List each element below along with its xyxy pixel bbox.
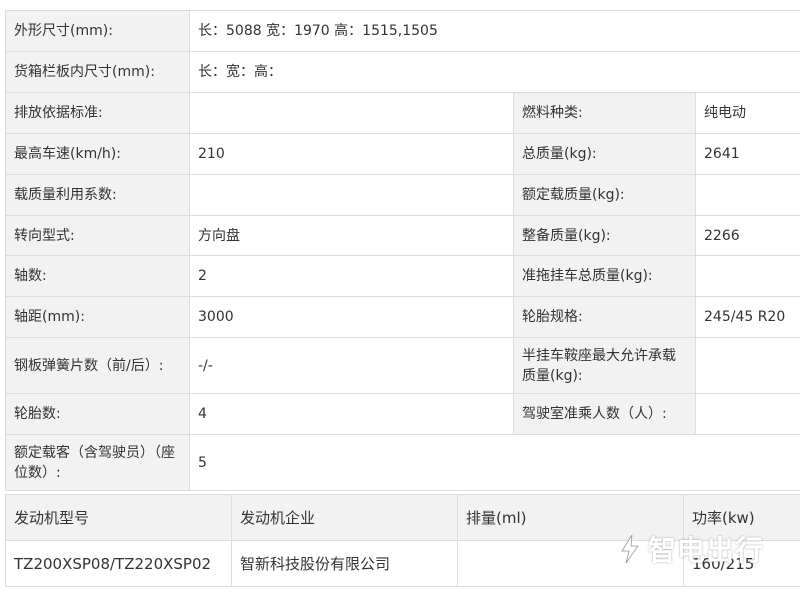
spec-value [189, 174, 514, 216]
spec-value: 纯电动 [695, 92, 800, 134]
spec-row: 轮胎数: 4 驾驶室准乘人数（人）: [5, 393, 800, 435]
spec-label: 轴数: [5, 255, 190, 297]
spec-row-cargo-box: 货箱栏板内尺寸(mm): 长：宽：高： [5, 51, 800, 93]
spec-value: -/- [189, 337, 514, 394]
spec-value: 4 [189, 393, 514, 435]
engine-header-model: 发动机型号 [5, 494, 232, 541]
spec-label: 半挂车鞍座最大允许承载质量(kg): [513, 337, 696, 394]
spec-value: 245/45 R20 [695, 296, 800, 338]
spec-value: 2 [189, 255, 514, 297]
spec-value: 210 [189, 133, 514, 175]
spec-label: 排放依据标准: [5, 92, 190, 134]
watermark: 智电出行 [618, 529, 764, 569]
spec-value: 长：宽：高： [189, 51, 800, 93]
spec-row: 排放依据标准: 燃料种类: 纯电动 [5, 92, 800, 134]
spec-value [695, 393, 800, 435]
lightning-icon [621, 534, 639, 564]
vehicle-spec-table: 外形尺寸(mm): 长：5088 宽：1970 高：1515,1505 货箱栏板… [5, 10, 800, 491]
spec-value [695, 174, 800, 216]
spec-value: 方向盘 [189, 215, 514, 256]
engine-model: TZ200XSP08/TZ220XSP02 [5, 540, 232, 587]
spec-label: 额定载质量(kg): [513, 174, 696, 216]
spec-value: 5 [189, 434, 800, 491]
spec-label: 轮胎数: [5, 393, 190, 435]
spec-value [695, 337, 800, 394]
spec-label: 总质量(kg): [513, 133, 696, 175]
watermark-text: 智电出行 [647, 534, 764, 567]
spec-row: 最高车速(km/h): 210 总质量(kg): 2641 [5, 133, 800, 175]
spec-label: 轴距(mm): [5, 296, 190, 338]
spec-label: 整备质量(kg): [513, 215, 696, 256]
spec-row: 轴数: 2 准拖挂车总质量(kg): [5, 255, 800, 297]
spec-label: 驾驶室准乘人数（人）: [513, 393, 696, 435]
spec-row-passengers: 额定载客（含驾驶员）（座位数）: 5 [5, 434, 800, 491]
spec-label: 载质量利用系数: [5, 174, 190, 216]
spec-label: 燃料种类: [513, 92, 696, 134]
spec-label: 货箱栏板内尺寸(mm): [5, 51, 190, 93]
engine-header-maker: 发动机企业 [231, 494, 458, 541]
spec-label: 钢板弹簧片数（前/后）: [5, 337, 190, 394]
spec-row: 载质量利用系数: 额定载质量(kg): [5, 174, 800, 216]
spec-row: 轴距(mm): 3000 轮胎规格: 245/45 R20 [5, 296, 800, 338]
spec-row: 钢板弹簧片数（前/后）: -/- 半挂车鞍座最大允许承载质量(kg): [5, 337, 800, 394]
spec-row: 转向型式: 方向盘 整备质量(kg): 2266 [5, 215, 800, 256]
spec-label: 准拖挂车总质量(kg): [513, 255, 696, 297]
spec-label: 转向型式: [5, 215, 190, 256]
spec-value: 3000 [189, 296, 514, 338]
spec-value: 2641 [695, 133, 800, 175]
spec-label: 轮胎规格: [513, 296, 696, 338]
spec-label: 外形尺寸(mm): [5, 10, 190, 52]
spec-value [695, 255, 800, 297]
spec-label: 最高车速(km/h): [5, 133, 190, 175]
spec-value [189, 92, 514, 134]
spec-value: 长：5088 宽：1970 高：1515,1505 [189, 10, 800, 52]
spec-row-dimensions: 外形尺寸(mm): 长：5088 宽：1970 高：1515,1505 [5, 10, 800, 52]
engine-maker: 智新科技股份有限公司 [231, 540, 458, 587]
spec-value: 2266 [695, 215, 800, 256]
spec-label: 额定载客（含驾驶员）（座位数）: [5, 434, 190, 491]
